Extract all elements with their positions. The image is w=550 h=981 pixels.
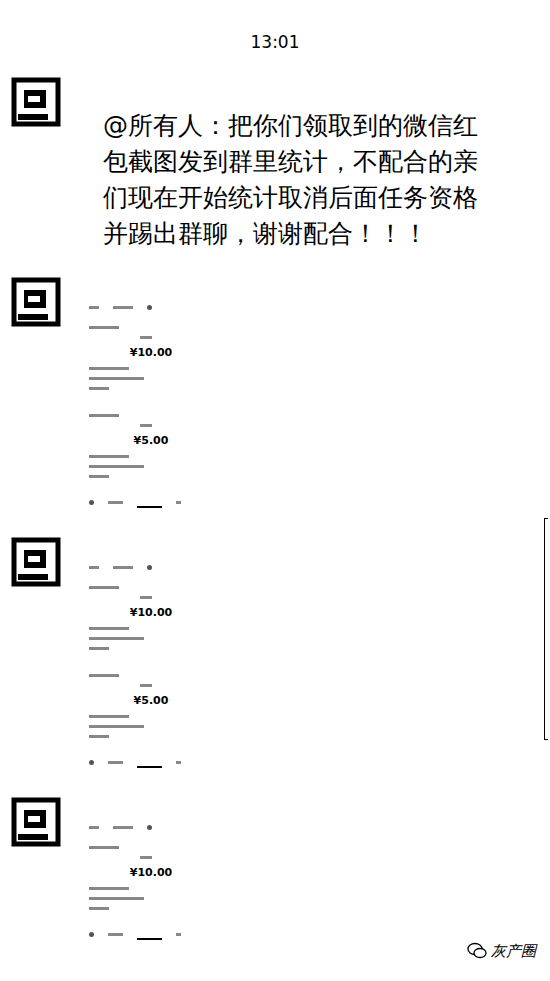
- screenshot-message[interactable]: ¥10.00: [87, 818, 205, 944]
- scrollbar[interactable]: [544, 518, 548, 740]
- screenshot-message[interactable]: ¥10.00 ¥5.00: [87, 298, 205, 512]
- amount: ¥10.00: [120, 866, 172, 880]
- red-packet-record: ¥10.00: [87, 840, 205, 920]
- screenshot-header: [87, 822, 205, 832]
- message-row: @所有人：把你们领取到的微信红包截图发到群里统计，不配合的亲们现在开始统计取消后…: [10, 74, 550, 252]
- red-packet-record: ¥10.00: [87, 320, 205, 400]
- screenshot-footer: [87, 756, 205, 768]
- avatar-icon[interactable]: [10, 794, 65, 849]
- text-message: @所有人：把你们领取到的微信红包截图发到群里统计，不配合的亲们现在开始统计取消后…: [103, 108, 493, 252]
- screenshot-header: [87, 302, 205, 312]
- red-packet-record: ¥5.00: [87, 668, 205, 748]
- screenshot-message[interactable]: ¥10.00 ¥5.00: [87, 558, 205, 772]
- watermark: 灰产圈: [467, 941, 536, 961]
- red-packet-record: ¥5.00: [87, 408, 205, 488]
- screenshot-header: [87, 562, 205, 572]
- message-row: ¥10.00 ¥5.00: [10, 534, 550, 772]
- amount: ¥10.00: [120, 346, 172, 360]
- wechat-icon: [467, 942, 487, 960]
- amount: ¥10.00: [120, 606, 172, 620]
- amount: ¥5.00: [124, 434, 169, 448]
- avatar-icon[interactable]: [10, 274, 65, 329]
- avatar-icon[interactable]: [10, 534, 65, 589]
- screenshot-footer: [87, 496, 205, 508]
- message-row: ¥10.00: [10, 794, 550, 944]
- chat-screen: 13:01 @所有人：把你们领取到的微信红包截图发到群里统计，不配合的亲们现在开…: [0, 0, 550, 981]
- amount: ¥5.00: [124, 694, 169, 708]
- red-packet-record: ¥10.00: [87, 580, 205, 660]
- message-row: ¥10.00 ¥5.00: [10, 274, 550, 512]
- screenshot-footer: [87, 928, 205, 940]
- message-list: @所有人：把你们领取到的微信红包截图发到群里统计，不配合的亲们现在开始统计取消后…: [0, 54, 550, 944]
- avatar-icon[interactable]: [10, 74, 65, 129]
- timestamp: 13:01: [0, 0, 550, 54]
